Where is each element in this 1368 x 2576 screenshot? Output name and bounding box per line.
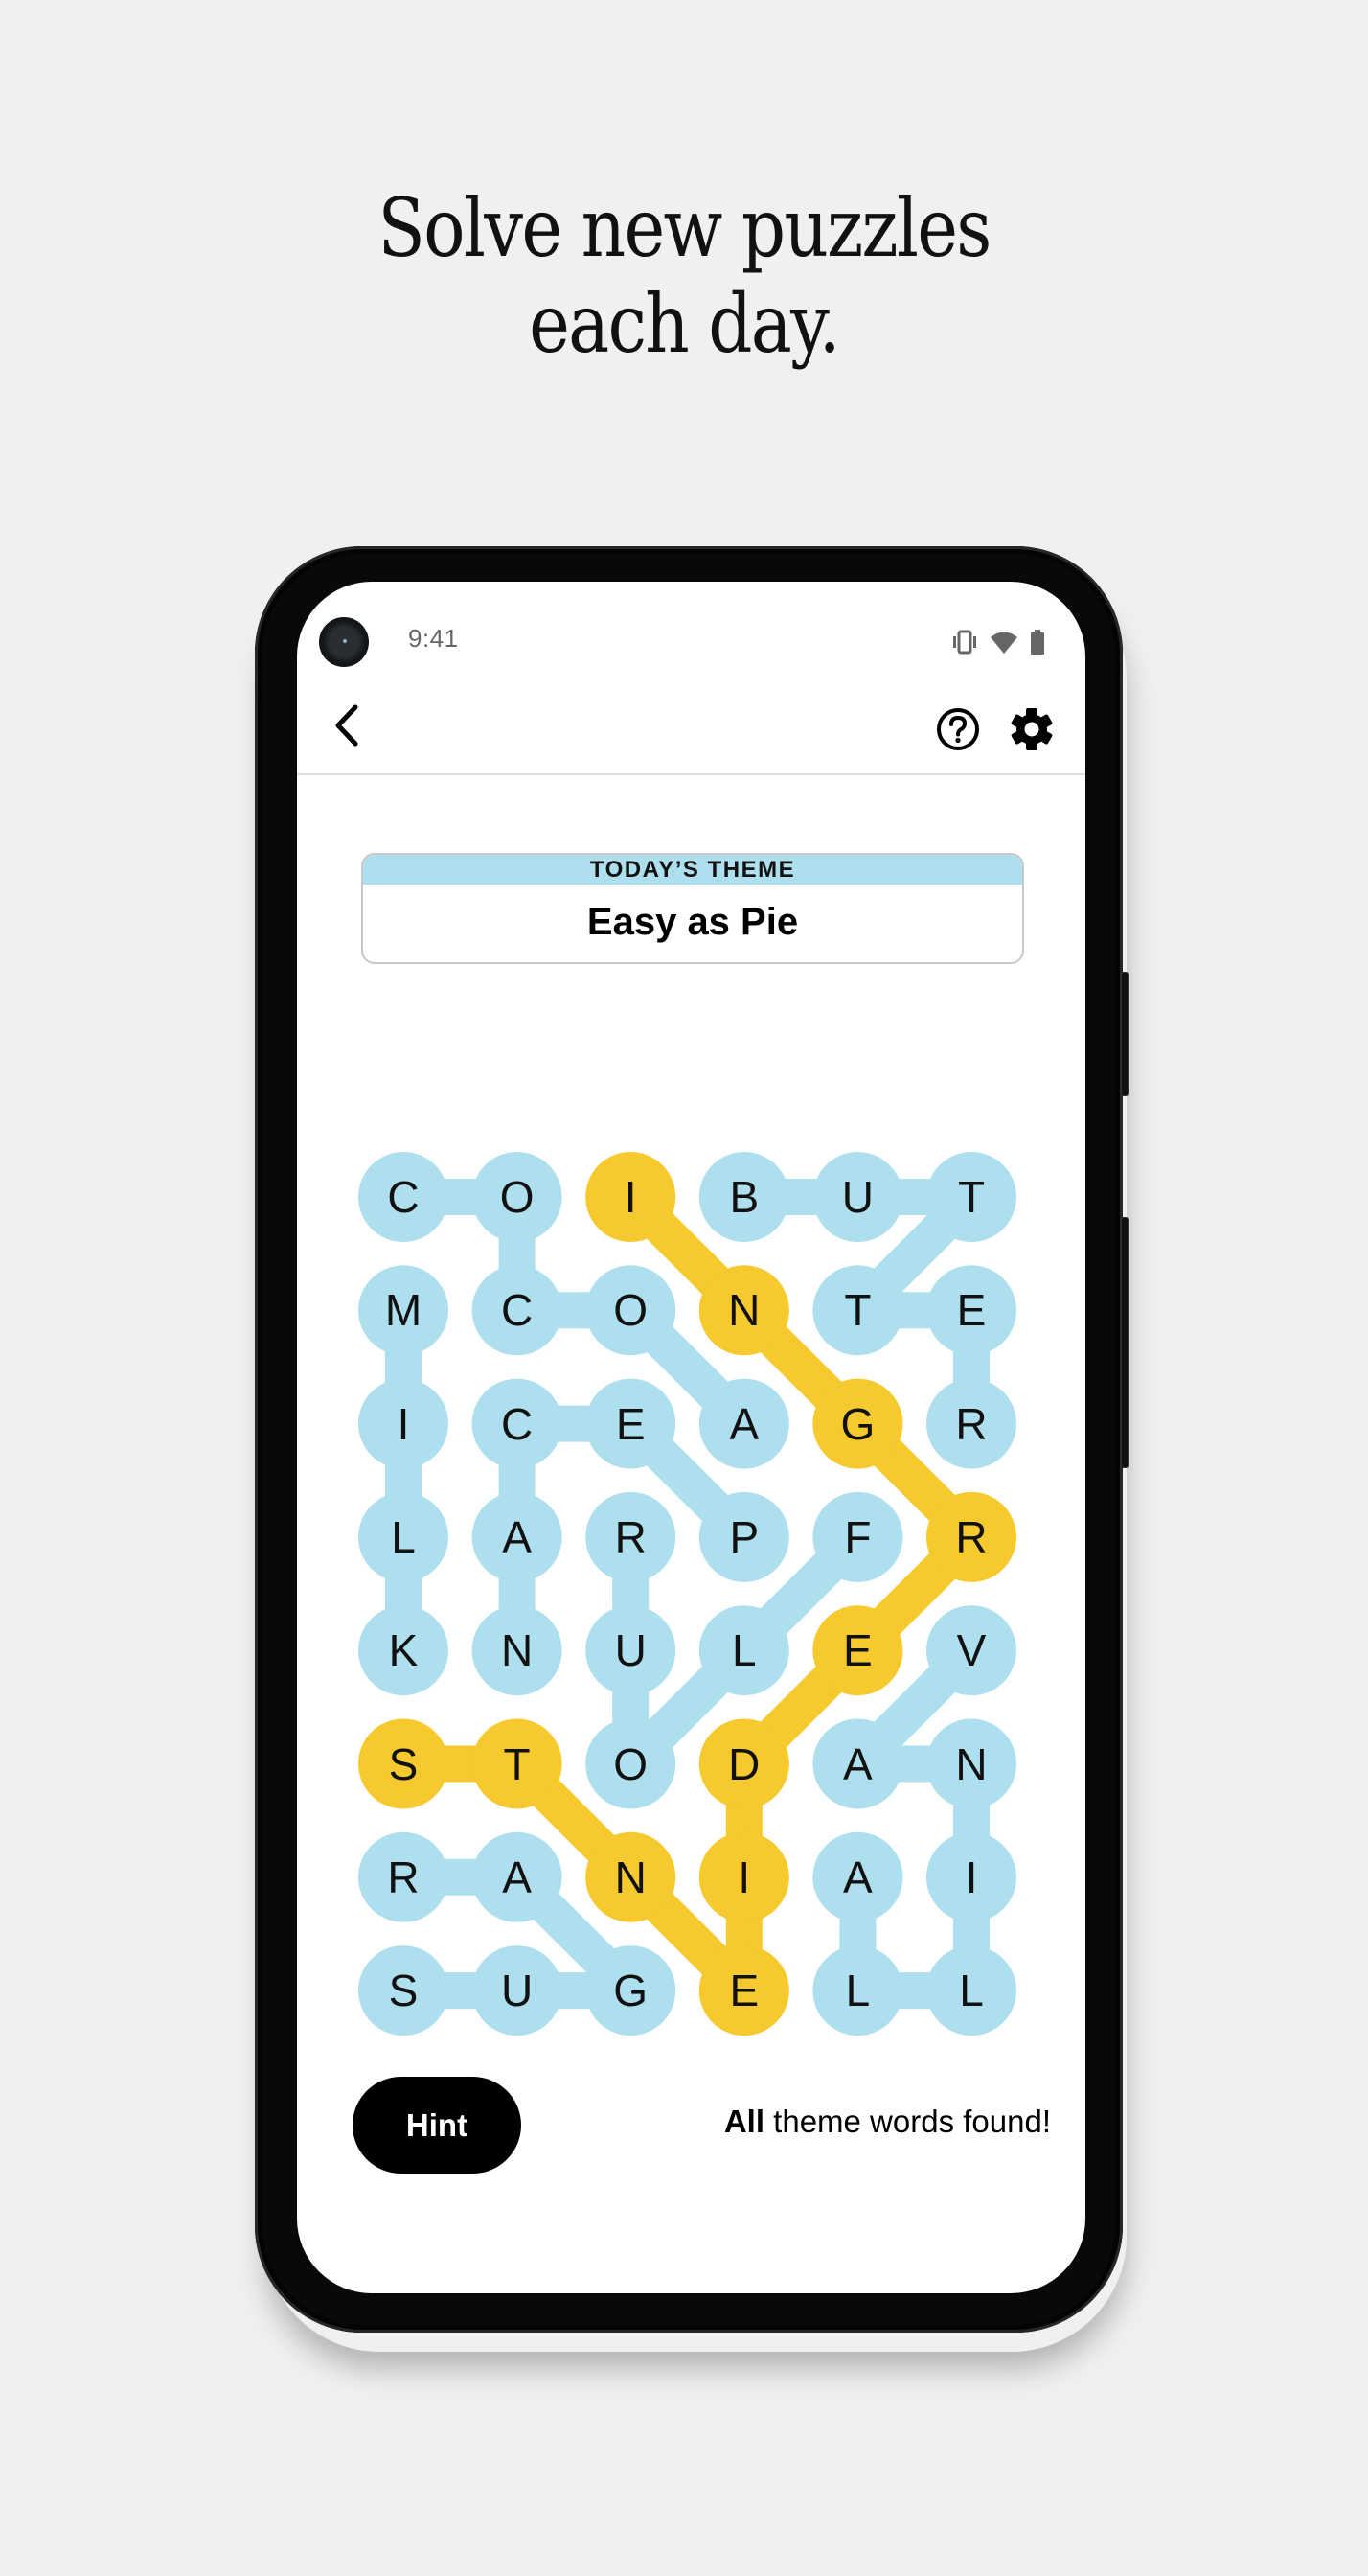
phone-screen: 9:41 TODAY’S THEME Easy as Pie C O I B U… (297, 582, 1085, 2293)
headline-line-1: Solve new puzzles (377, 181, 992, 275)
letter-cell[interactable]: P (699, 1492, 789, 1582)
letter-cell[interactable]: A (472, 1832, 562, 1922)
letter-cell[interactable]: F (812, 1492, 902, 1582)
hint-button[interactable]: Hint (353, 2077, 521, 2174)
letter-cell[interactable]: I (585, 1152, 675, 1242)
letter-cell[interactable]: E (699, 1945, 789, 2036)
letter-cell[interactable]: I (699, 1832, 789, 1922)
letter-cell[interactable]: V (926, 1605, 1016, 1695)
letter-cell[interactable]: U (472, 1945, 562, 2036)
letter-cell[interactable]: M (358, 1265, 448, 1355)
letter-cell[interactable]: U (585, 1605, 675, 1695)
letter-cell[interactable]: D (699, 1719, 789, 1809)
letter-cell[interactable]: T (812, 1265, 902, 1355)
letter-cell[interactable]: I (926, 1832, 1016, 1922)
letter-cell[interactable]: L (699, 1605, 789, 1695)
letter-cell[interactable]: O (472, 1152, 562, 1242)
found-status-bold: All (723, 2104, 764, 2139)
letter-cell[interactable]: L (812, 1945, 902, 2036)
phone-volume-button (1121, 1217, 1129, 1468)
letter-cell[interactable]: E (585, 1379, 675, 1469)
phone-power-button (1121, 972, 1129, 1096)
letter-cell[interactable]: R (585, 1492, 675, 1582)
letter-cell[interactable]: S (358, 1945, 448, 2036)
letter-cell[interactable]: R (926, 1379, 1016, 1469)
letter-grid: COIBUTMCONTEICEAGRLARPFRKNULEVSTODANRANI… (297, 582, 1085, 2293)
letter-cell[interactable]: B (699, 1152, 789, 1242)
headline-line-2: each day. (529, 277, 841, 371)
letter-cell[interactable]: T (926, 1152, 1016, 1242)
letter-cell[interactable]: N (585, 1832, 675, 1922)
letter-cell[interactable]: C (358, 1152, 448, 1242)
letter-cell[interactable]: A (812, 1719, 902, 1809)
letter-cell[interactable]: A (472, 1492, 562, 1582)
letter-cell[interactable]: K (358, 1605, 448, 1695)
letter-cell[interactable]: T (472, 1719, 562, 1809)
letter-cell[interactable]: E (926, 1265, 1016, 1355)
letter-cell[interactable]: I (358, 1379, 448, 1469)
letter-cell[interactable]: N (926, 1719, 1016, 1809)
found-status-text: theme words found! (764, 2104, 1051, 2139)
found-status: All theme words found! (724, 2104, 1051, 2140)
letter-cell[interactable]: S (358, 1719, 448, 1809)
letter-cell[interactable]: L (358, 1492, 448, 1582)
letter-cell[interactable]: O (585, 1265, 675, 1355)
letter-cell[interactable]: U (812, 1152, 902, 1242)
letter-cell[interactable]: G (812, 1379, 902, 1469)
letter-cell[interactable]: O (585, 1719, 675, 1809)
letter-cell[interactable]: L (926, 1945, 1016, 2036)
letter-cell[interactable]: G (585, 1945, 675, 2036)
letter-cell[interactable]: R (358, 1832, 448, 1922)
letter-cell[interactable]: C (472, 1265, 562, 1355)
letter-cell[interactable]: N (699, 1265, 789, 1355)
letter-cell[interactable]: A (812, 1832, 902, 1922)
letter-cell[interactable]: N (472, 1605, 562, 1695)
letter-cell[interactable]: E (812, 1605, 902, 1695)
letter-cell[interactable]: A (699, 1379, 789, 1469)
letter-cell[interactable]: R (926, 1492, 1016, 1582)
headline: Solve new puzzles each day. (96, 180, 1272, 372)
letter-cell[interactable]: C (472, 1379, 562, 1469)
